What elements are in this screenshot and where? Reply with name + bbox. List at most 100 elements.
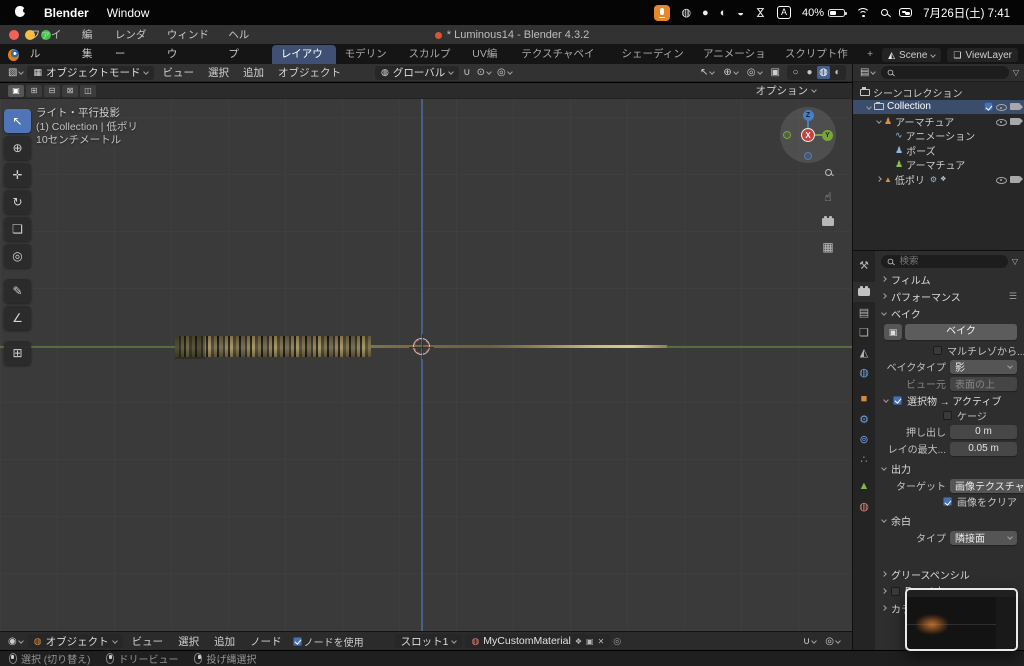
pan-button[interactable]: ☝ [819, 188, 837, 206]
tab-view-layer[interactable]: ❏ [853, 322, 875, 342]
bake-icon-button[interactable]: ▣ [884, 324, 902, 340]
tab-world[interactable]: ◍ [853, 362, 875, 382]
shader-menu-select[interactable]: 選択 [172, 634, 205, 649]
from-multires-checkbox[interactable] [933, 346, 942, 355]
panel-bake[interactable]: ベイク [875, 305, 1024, 322]
overlays-dropdown[interactable]: ◎ [745, 67, 764, 78]
tool-transform[interactable]: ◎ [4, 244, 31, 268]
tab-modeling[interactable]: モデリング [336, 45, 400, 79]
tab-shading[interactable]: シェーディング [613, 45, 695, 79]
menubar-clock[interactable]: 7月26日(土) 7:41 [923, 5, 1010, 21]
shader-menu-add[interactable]: 追加 [208, 634, 241, 649]
outliner-search-input[interactable] [897, 66, 1003, 79]
tab-object-data[interactable]: ▲ [853, 476, 875, 496]
tool-scale[interactable]: ❏ [4, 217, 31, 241]
properties-search-field[interactable] [881, 255, 1008, 268]
hide-render-icon[interactable] [1010, 103, 1023, 111]
status-icon-4[interactable]: ◒ [737, 7, 744, 19]
use-nodes-checkbox[interactable] [292, 636, 302, 646]
outliner-row-collection[interactable]: Collection [853, 99, 1024, 114]
mode-selector[interactable]: ▦ オブジェクトモード [27, 65, 155, 80]
tool-annotate[interactable]: ✎ [4, 279, 31, 303]
tab-tool[interactable]: ⚒ [853, 255, 875, 275]
blender-logo-icon[interactable] [8, 49, 19, 61]
status-icon-3[interactable]: ◐ [720, 7, 727, 19]
editor-type-button[interactable]: ▧ [6, 67, 25, 78]
tool-cursor[interactable]: ⊕ [4, 136, 31, 160]
tab-physics[interactable]: ⊚ [853, 429, 875, 449]
menu-file[interactable]: ファイル [23, 26, 75, 64]
select-mode-invert-button[interactable]: ⊠ [62, 84, 78, 97]
menu-edit[interactable]: 編集 [75, 26, 108, 64]
app-menu-blender[interactable]: Blender [44, 6, 89, 20]
shader-snap-toggle[interactable]: ∪ [801, 636, 818, 647]
menu-help[interactable]: ヘルプ [221, 26, 264, 64]
shading-material-button[interactable]: ◍ [817, 66, 830, 79]
input-source-indicator[interactable]: A [777, 6, 792, 19]
outliner-row-pose[interactable]: ♟ ポーズ [853, 143, 1024, 158]
scene-selector[interactable]: ◭ Scene [882, 48, 942, 62]
outliner-row-animation[interactable]: ∿ アニメーション [853, 129, 1024, 143]
clear-image-checkbox-row[interactable]: 画像をクリア [875, 494, 1024, 509]
gizmo-z-axis[interactable]: Z [802, 110, 814, 121]
battery-indicator[interactable]: 40% [802, 7, 848, 19]
outliner-row-scene-collection[interactable]: シーンコレクション [853, 85, 1024, 100]
menu-window[interactable]: Window [107, 6, 150, 20]
mesh-object[interactable] [175, 336, 371, 359]
selectability-dropdown[interactable]: ↖ [698, 67, 716, 78]
fake-user-shield-icon[interactable]: ❖ [575, 637, 582, 646]
unlink-material-icon[interactable]: ✕ [598, 637, 605, 646]
options-dropdown[interactable]: オプション [756, 83, 817, 98]
status-icon-1[interactable]: ◍ [681, 6, 691, 19]
cage-checkbox-row[interactable]: ケージ [875, 408, 1024, 423]
gizmos-dropdown[interactable]: ⊕ [721, 67, 739, 78]
gizmo-neg-y-axis[interactable] [783, 131, 791, 139]
panel-margin[interactable]: 余白 [875, 512, 1024, 529]
panel-performance[interactable]: パフォーマンス ☰ [875, 288, 1024, 305]
outliner-row-armature[interactable]: ♟ アーマチュア [853, 114, 1024, 129]
max-ray-field[interactable]: 0.05 m [950, 441, 1017, 456]
zoom-button[interactable] [819, 163, 837, 181]
select-mode-extend-button[interactable]: ⊞ [26, 84, 42, 97]
camera-view-button[interactable] [819, 213, 837, 231]
duplicate-material-icon[interactable]: ▣ [586, 637, 594, 646]
properties-search-input[interactable] [897, 255, 1002, 268]
tab-texture-paint[interactable]: テクスチャペイント [512, 45, 612, 79]
xray-toggle[interactable]: ▣ [769, 67, 782, 78]
apple-menu[interactable] [14, 4, 28, 21]
snap-target-selector[interactable]: ⊙ [475, 67, 493, 78]
hide-viewport-icon[interactable] [996, 102, 1007, 112]
collection-checkbox[interactable] [984, 102, 993, 112]
shading-rendered-button[interactable]: ◐ [831, 66, 844, 79]
hide-viewport-icon[interactable] [996, 116, 1007, 126]
tab-modifiers[interactable]: ⚙ [853, 409, 875, 429]
filter-icon[interactable]: ▽ [1012, 257, 1018, 266]
margin-type-dropdown[interactable]: 隣接面 [950, 530, 1017, 545]
tool-rotate[interactable]: ↻ [4, 190, 31, 214]
extrusion-field[interactable]: 0 m [950, 424, 1017, 439]
tab-layout[interactable]: レイアウト [271, 45, 336, 79]
presets-icon[interactable]: ☰ [1009, 291, 1017, 302]
shading-wireframe-button[interactable]: ○ [789, 66, 802, 79]
tab-object[interactable]: ■ [853, 389, 875, 409]
tool-add-cube[interactable]: ⊞ [4, 341, 31, 365]
tool-measure[interactable]: ∠ [4, 306, 31, 330]
tab-render[interactable] [853, 282, 875, 302]
viewport-menu-select[interactable]: 選択 [202, 65, 235, 80]
expand-chevron-icon[interactable] [876, 118, 882, 125]
selected-to-active-checkbox[interactable] [893, 395, 902, 405]
tab-scene[interactable]: ◭ [853, 342, 875, 362]
pip-preview-window[interactable] [905, 588, 1018, 651]
transform-orientation-selector[interactable]: ◍ グローバル [374, 65, 460, 80]
cage-checkbox[interactable] [943, 411, 952, 420]
menu-window[interactable]: ウィンドウ [160, 26, 221, 64]
bake-type-dropdown[interactable]: 影 [950, 359, 1017, 374]
use-nodes-toggle[interactable]: ノードを使用 [291, 634, 366, 649]
hide-render-icon[interactable] [1010, 175, 1023, 183]
viewport-menu-add[interactable]: 追加 [237, 65, 270, 80]
shading-solid-button[interactable]: ● [803, 66, 816, 79]
slot-selector[interactable]: スロット1 [394, 634, 463, 648]
tab-animation[interactable]: アニメーション [694, 45, 776, 79]
bake-button[interactable]: ベイク [905, 324, 1017, 340]
tab-material[interactable]: ◍ [853, 496, 875, 516]
